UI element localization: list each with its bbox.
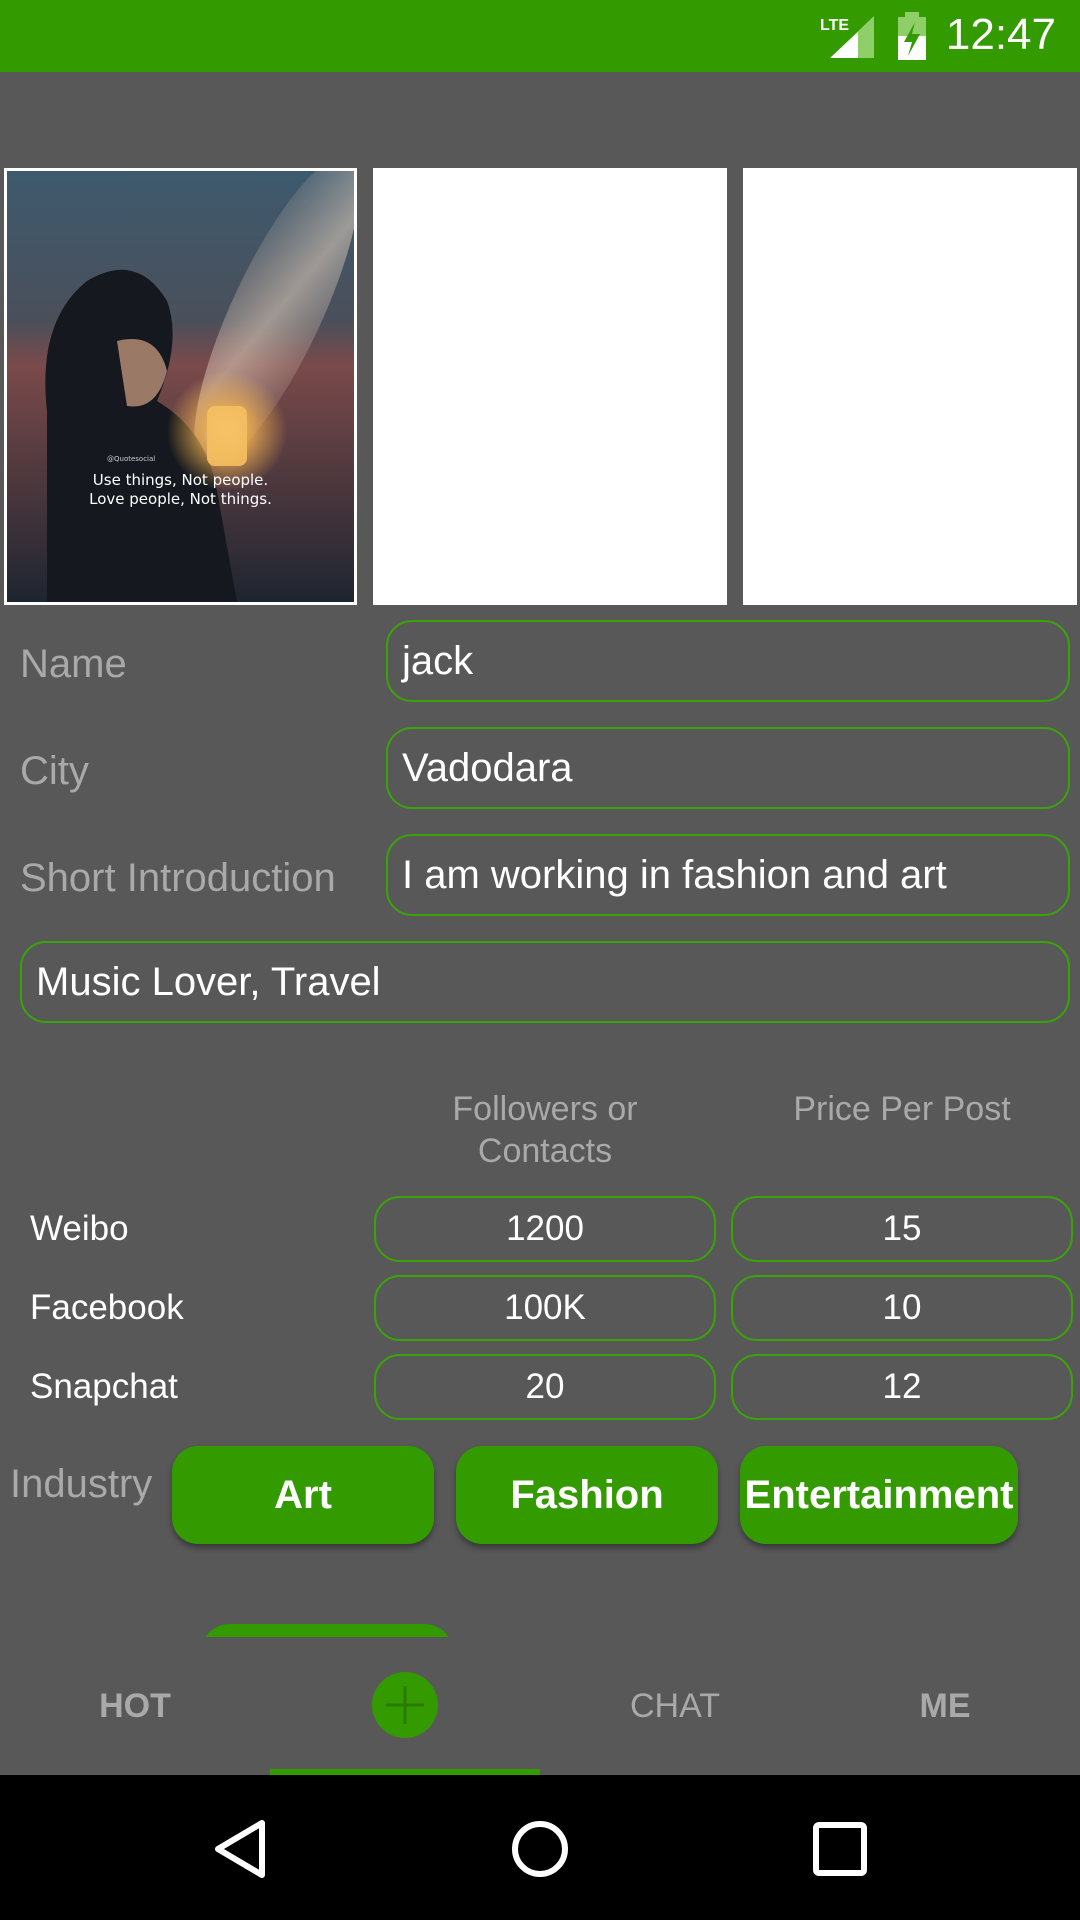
weibo-price-field[interactable]: 15 [731, 1196, 1073, 1262]
platform-label-weibo: Weibo [30, 1209, 129, 1248]
facebook-price-field[interactable]: 10 [731, 1275, 1073, 1341]
interests-field[interactable]: Music Lover, Travel [20, 941, 1070, 1023]
battery-charging-icon [898, 12, 926, 60]
home-icon[interactable] [510, 1819, 570, 1879]
photo-caption-line-1: Use things, Not people. [92, 471, 269, 489]
industry-fashion-button[interactable]: Fashion [456, 1446, 718, 1544]
photo-watermark: @Quotesocial [107, 455, 156, 463]
status-time: 12:47 [945, 10, 1056, 59]
plus-icon [386, 1686, 424, 1724]
industry-entertainment-button[interactable]: Entertainment [740, 1446, 1018, 1544]
photo-image [7, 171, 354, 602]
platform-label-facebook: Facebook [30, 1288, 184, 1327]
city-field[interactable]: Vadodara [386, 727, 1070, 809]
followers-header-line-2: Contacts [477, 1132, 613, 1170]
add-post-button[interactable] [372, 1672, 438, 1738]
industry-art-button[interactable]: Art [172, 1446, 434, 1544]
recents-icon[interactable] [812, 1821, 868, 1877]
weibo-followers-field[interactable]: 1200 [374, 1196, 716, 1262]
bottom-navigation: HOT CHAT ME [0, 1637, 1080, 1775]
name-field[interactable]: jack [386, 620, 1070, 702]
profile-photo-slot-3[interactable] [743, 168, 1077, 605]
tab-me[interactable]: ME [810, 1637, 1080, 1775]
profile-photo-slot-2[interactable] [373, 168, 727, 605]
followers-header-line-1: Followers or [452, 1090, 638, 1128]
short-intro-field[interactable]: I am working in fashion and art [386, 834, 1070, 916]
snapchat-price-field[interactable]: 12 [731, 1354, 1073, 1420]
tab-chat[interactable]: CHAT [540, 1637, 810, 1775]
system-navigation-bar [0, 1775, 1080, 1920]
photo-caption: Use things, Not people. Love people, Not… [7, 471, 354, 509]
industry-label: Industry [10, 1462, 153, 1506]
snapchat-followers-field[interactable]: 20 [374, 1354, 716, 1420]
tab-hot[interactable]: HOT [0, 1637, 270, 1775]
back-icon[interactable] [212, 1819, 268, 1879]
facebook-followers-field[interactable]: 100K [374, 1275, 716, 1341]
name-label: Name [20, 642, 127, 686]
platform-label-snapchat: Snapchat [30, 1367, 178, 1406]
city-label: City [20, 749, 89, 793]
network-type-label: LTE [820, 17, 849, 34]
lte-signal-icon: LTE [820, 16, 874, 58]
price-column-header: Price Per Post [793, 1090, 1011, 1128]
photo-caption-line-2: Love people, Not things. [89, 490, 272, 508]
profile-photo-1[interactable]: @Quotesocial Use things, Not people. Lov… [4, 168, 357, 605]
short-intro-label: Short Introduction [20, 856, 336, 900]
followers-column-header: Followers or Contacts [374, 1088, 716, 1172]
status-bar: LTE 12:47 [0, 0, 1080, 72]
